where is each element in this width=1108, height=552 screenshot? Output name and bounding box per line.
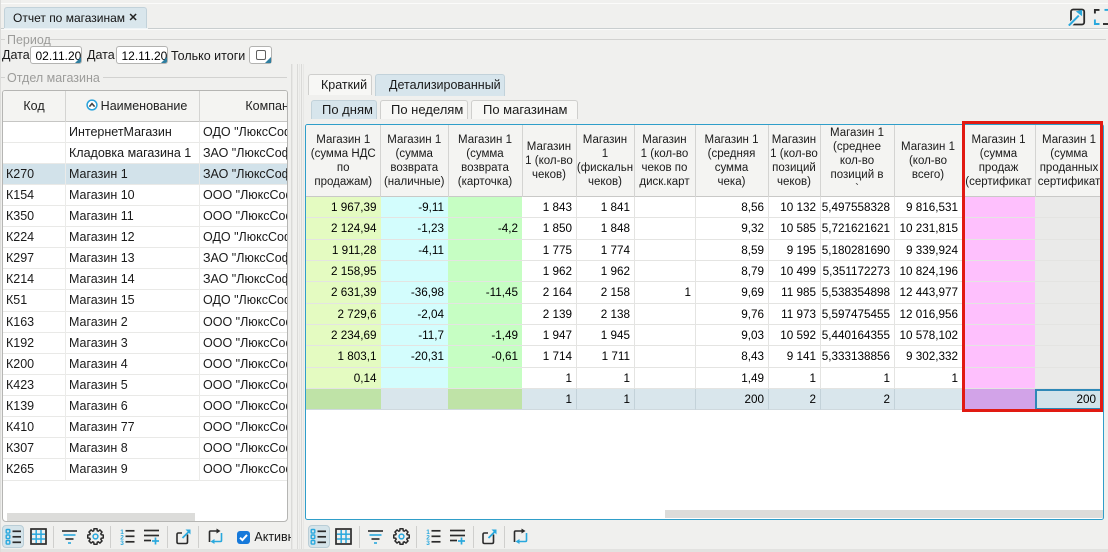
svg-text:3: 3 bbox=[426, 540, 430, 545]
svg-text:3: 3 bbox=[120, 540, 124, 545]
